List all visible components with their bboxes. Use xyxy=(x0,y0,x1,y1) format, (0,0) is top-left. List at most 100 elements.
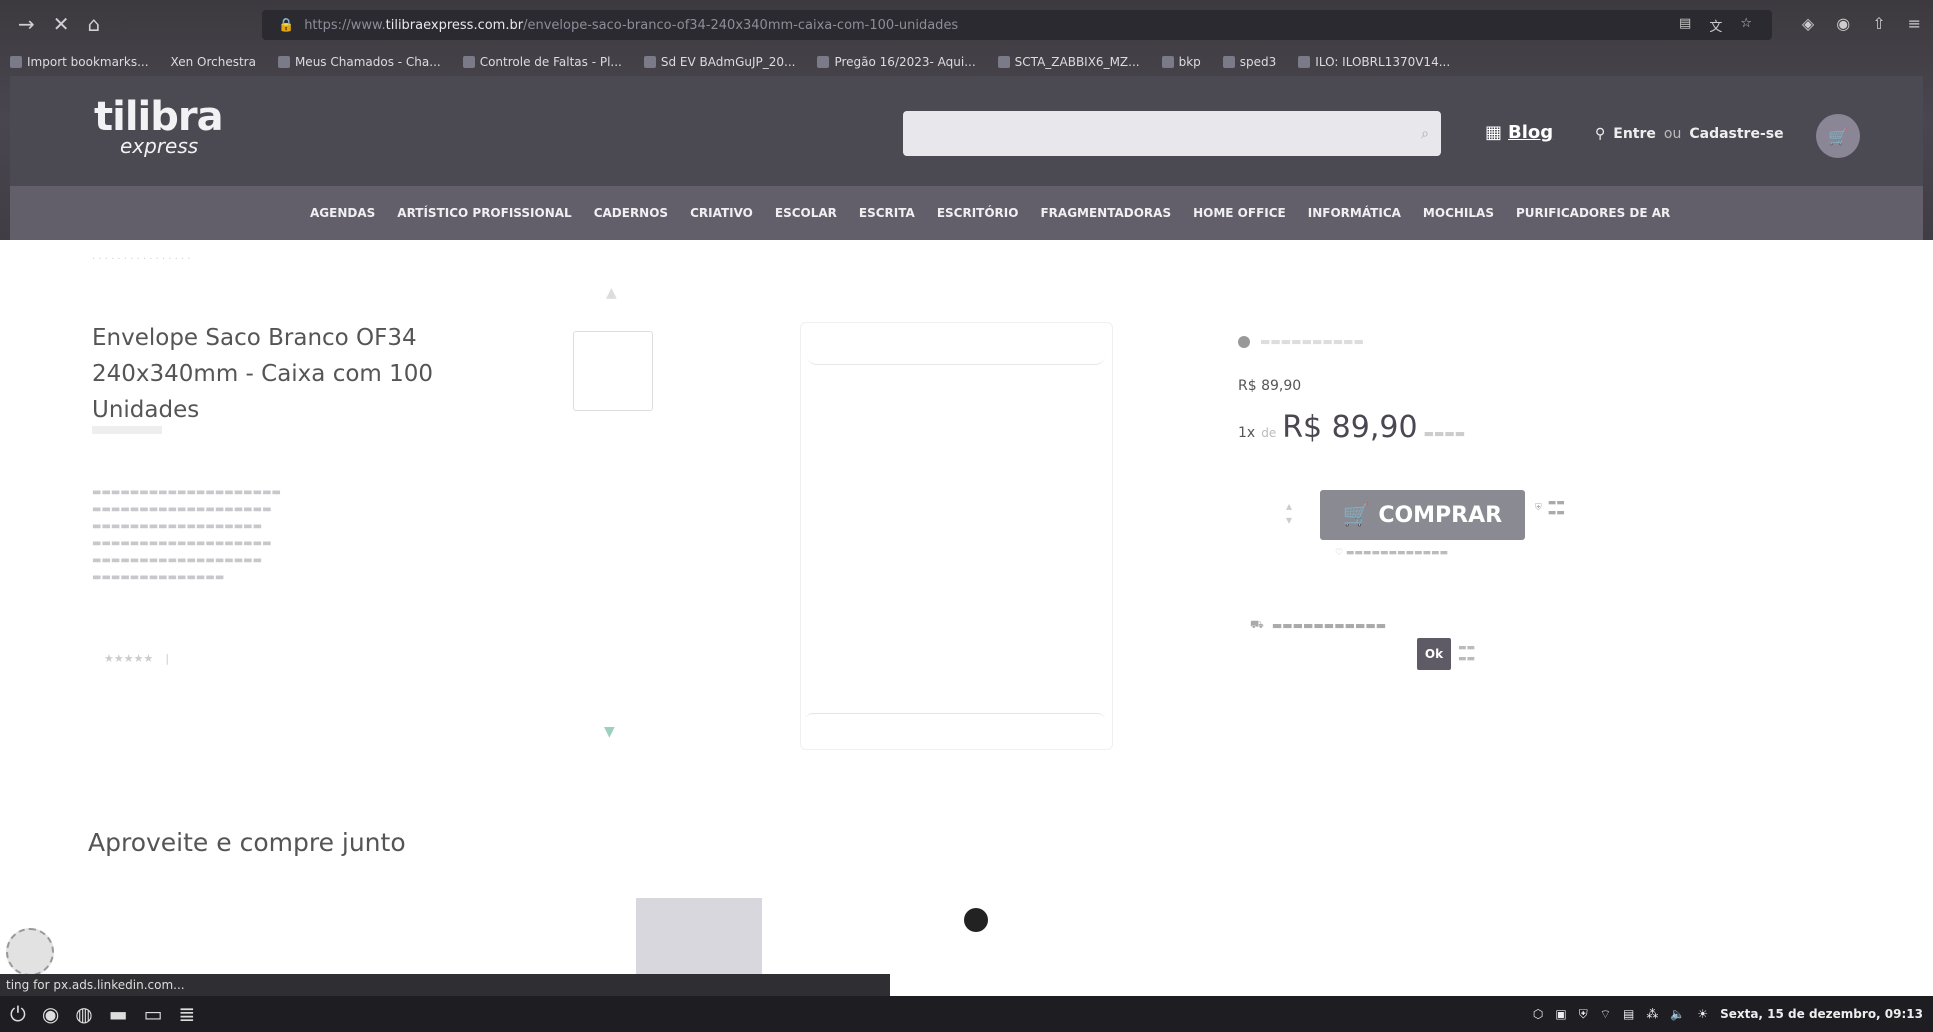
thumbs-down-arrow-icon[interactable]: ▼ xyxy=(604,724,615,740)
price-installments: 1x de R$ 89,90 ▬▬▬▬ xyxy=(1238,410,1465,445)
user-icon: ⚲ xyxy=(1595,126,1606,142)
site-logo[interactable]: tilibra express xyxy=(94,94,224,158)
category-item[interactable]: HOME OFFICE xyxy=(1193,206,1286,220)
category-item[interactable]: CRIATIVO xyxy=(690,206,753,220)
url-actions: ▤ 文 ☆ xyxy=(1679,16,1752,35)
rating-separator: | xyxy=(165,652,170,665)
category-item[interactable]: INFORMÁTICA xyxy=(1308,206,1401,220)
category-item[interactable]: ESCOLAR xyxy=(775,206,837,220)
folder-icon xyxy=(1222,56,1235,68)
bookmark-item[interactable]: SCTA_ZABBIX6_MZ... xyxy=(997,55,1140,69)
product-image[interactable] xyxy=(800,322,1113,750)
display-icon[interactable]: ▤ xyxy=(1623,1007,1634,1021)
browser-toolbar: → ✕ ⌂ 🔒 https://www.tilibraexpress.com.b… xyxy=(0,0,1933,48)
shield-icon[interactable]: ⛨ xyxy=(1579,1007,1588,1022)
firefox-icon[interactable]: ◉ xyxy=(42,1002,59,1026)
bookmark-item[interactable]: Sd EV BAdmGuJP_20... xyxy=(643,55,795,69)
menu-icon[interactable]: ≡ xyxy=(1908,14,1921,33)
login-register[interactable]: Cadastre-se xyxy=(1689,126,1783,142)
bookmarks-bar: Import bookmarks... Xen Orchestra Meus C… xyxy=(0,48,1933,76)
search-icon[interactable]: ⌕ xyxy=(1421,126,1429,142)
url-text: https://www.tilibraexpress.com.br/envelo… xyxy=(304,17,959,33)
login-or: ou xyxy=(1663,126,1682,142)
buy-label: COMPRAR xyxy=(1378,502,1503,528)
price-old: R$ 89,90 xyxy=(1238,378,1302,394)
bookmark-item[interactable]: sped3 xyxy=(1222,55,1276,69)
login-enter[interactable]: Entre xyxy=(1613,126,1656,142)
bookmark-item[interactable]: Controle de Faltas - Pl... xyxy=(462,55,622,69)
category-item[interactable]: ESCRITÓRIO xyxy=(937,206,1019,220)
secure-text: ▬▬ ▬▬ xyxy=(1547,498,1565,518)
wifi-icon[interactable]: ⌔ xyxy=(1600,1007,1611,1022)
system-tray: ⬡ ▣ ⛨ ⌔ ▤ ⁂ 🔈 ☀ Sexta, 15 de dezembro, 0… xyxy=(1533,1007,1923,1022)
power-icon[interactable]: ⏻ xyxy=(10,1002,26,1026)
bookmark-item[interactable]: Meus Chamados - Cha... xyxy=(277,55,441,69)
lock-icon: 🔒 xyxy=(278,17,295,33)
bookmark-item[interactable]: Import bookmarks... xyxy=(10,55,149,69)
category-nav: AGENDAS ARTÍSTICO PROFISSIONAL CADERNOS … xyxy=(10,186,1923,240)
category-item[interactable]: CADERNOS xyxy=(594,206,668,220)
account-icon[interactable]: ◉ xyxy=(1836,14,1850,33)
wishlist-link[interactable]: ♡ ▬▬▬▬▬▬▬▬▬▬▬▬ xyxy=(1335,548,1448,558)
breadcrumb[interactable]: · · · · · · · · · · · · · · · · xyxy=(92,254,191,265)
cookie-icon[interactable] xyxy=(6,928,54,976)
login-link[interactable]: ⚲ Entre ou Cadastre-se xyxy=(1595,126,1784,142)
extensions-icon[interactable]: ⇧ xyxy=(1872,14,1885,33)
blog-link[interactable]: ▦ Blog xyxy=(1485,122,1553,143)
app-icon[interactable]: ◍ xyxy=(75,1002,92,1026)
network-icon[interactable]: ⁂ xyxy=(1646,1007,1658,1021)
thumbs-up-arrow-icon[interactable]: ▲ xyxy=(606,285,617,301)
bookmark-item[interactable]: ILO: ILOBRL1370V14... xyxy=(1298,55,1450,69)
star-icon[interactable]: ☆ xyxy=(1740,16,1752,35)
status-bar: ting for px.ads.linkedin.com... xyxy=(0,974,890,996)
search-input[interactable]: ⌕ xyxy=(903,111,1441,156)
volume-icon[interactable]: 🔈 xyxy=(1670,1007,1685,1021)
cep-link[interactable]: ▬▬ ▬▬ xyxy=(1458,643,1475,665)
product-thumbnail[interactable] xyxy=(573,331,653,411)
product-title: Envelope Saco Branco OF34 240x340mm - Ca… xyxy=(92,325,434,423)
category-item[interactable]: PURIFICADORES DE AR xyxy=(1516,206,1670,220)
category-item[interactable]: ESCRITA xyxy=(859,206,915,220)
menu-icon[interactable]: ≣ xyxy=(179,1002,196,1026)
address-bar[interactable]: 🔒 https://www.tilibraexpress.com.br/enve… xyxy=(262,10,1772,40)
quantity-stepper[interactable]: ▴ ▾ xyxy=(1240,492,1300,534)
buy-button[interactable]: 🛒 COMPRAR xyxy=(1320,490,1525,540)
category-item[interactable]: ARTÍSTICO PROFISSIONAL xyxy=(397,206,571,220)
shield-icon: ⛨ xyxy=(1535,503,1542,513)
installments-count: 1x xyxy=(1238,425,1256,441)
clipboard-icon[interactable]: ▣ xyxy=(1555,1007,1566,1021)
bookmark-item[interactable]: bkp xyxy=(1161,55,1201,69)
pocket-icon[interactable]: ◈ xyxy=(1802,14,1814,33)
home-icon[interactable]: ⌂ xyxy=(88,12,101,36)
site-header: tilibra express ⌕ ▦ Blog ⚲ Entre ou Cada… xyxy=(10,76,1923,186)
bookmark-icon xyxy=(277,56,290,68)
envelope-flap xyxy=(807,343,1105,365)
forward-icon[interactable]: → xyxy=(18,12,35,36)
bookmark-icon xyxy=(462,56,475,68)
cart-button[interactable]: 🛒 xyxy=(1816,114,1860,158)
ok-button[interactable]: Ok xyxy=(1417,638,1451,670)
secure-badge: ⛨ ▬▬ ▬▬ xyxy=(1535,498,1565,518)
browser-right-buttons: ◈ ◉ ⇧ ≡ xyxy=(1802,14,1921,33)
translate-icon[interactable]: 文 xyxy=(1709,16,1722,35)
dropbox-icon[interactable]: ⬡ xyxy=(1533,1007,1543,1021)
reader-icon[interactable]: ▤ xyxy=(1679,16,1691,35)
browser-chrome: → ✕ ⌂ 🔒 https://www.tilibraexpress.com.b… xyxy=(0,0,1933,240)
rating[interactable]: ★★★★★ | xyxy=(104,652,169,665)
stock-status: ▬▬▬▬▬▬▬▬▬▬ xyxy=(1238,335,1364,348)
clock[interactable]: Sexta, 15 de dezembro, 09:13 xyxy=(1720,1007,1923,1021)
bookmark-item[interactable]: Pregão 16/2023- Aqui... xyxy=(817,55,976,69)
close-icon[interactable]: ✕ xyxy=(53,12,70,36)
shipping-calc: ⛟ ▬▬▬▬▬▬▬▬▬▬▬ xyxy=(1250,618,1386,633)
category-item[interactable]: MOCHILAS xyxy=(1423,206,1494,220)
bookmark-item[interactable]: Xen Orchestra xyxy=(171,55,256,69)
carousel-dot[interactable] xyxy=(964,908,988,932)
brightness-icon[interactable]: ☀ xyxy=(1697,1007,1708,1021)
category-item[interactable]: FRAGMENTADORAS xyxy=(1040,206,1171,220)
category-item[interactable]: AGENDAS xyxy=(310,206,375,220)
files-icon[interactable]: ▬ xyxy=(109,1002,128,1026)
bookmark-icon xyxy=(643,56,656,68)
terminal-icon[interactable]: ▭ xyxy=(144,1002,163,1026)
bookmark-icon xyxy=(817,56,830,68)
shipping-text: ▬▬▬▬▬▬▬▬▬▬▬ xyxy=(1271,619,1387,632)
